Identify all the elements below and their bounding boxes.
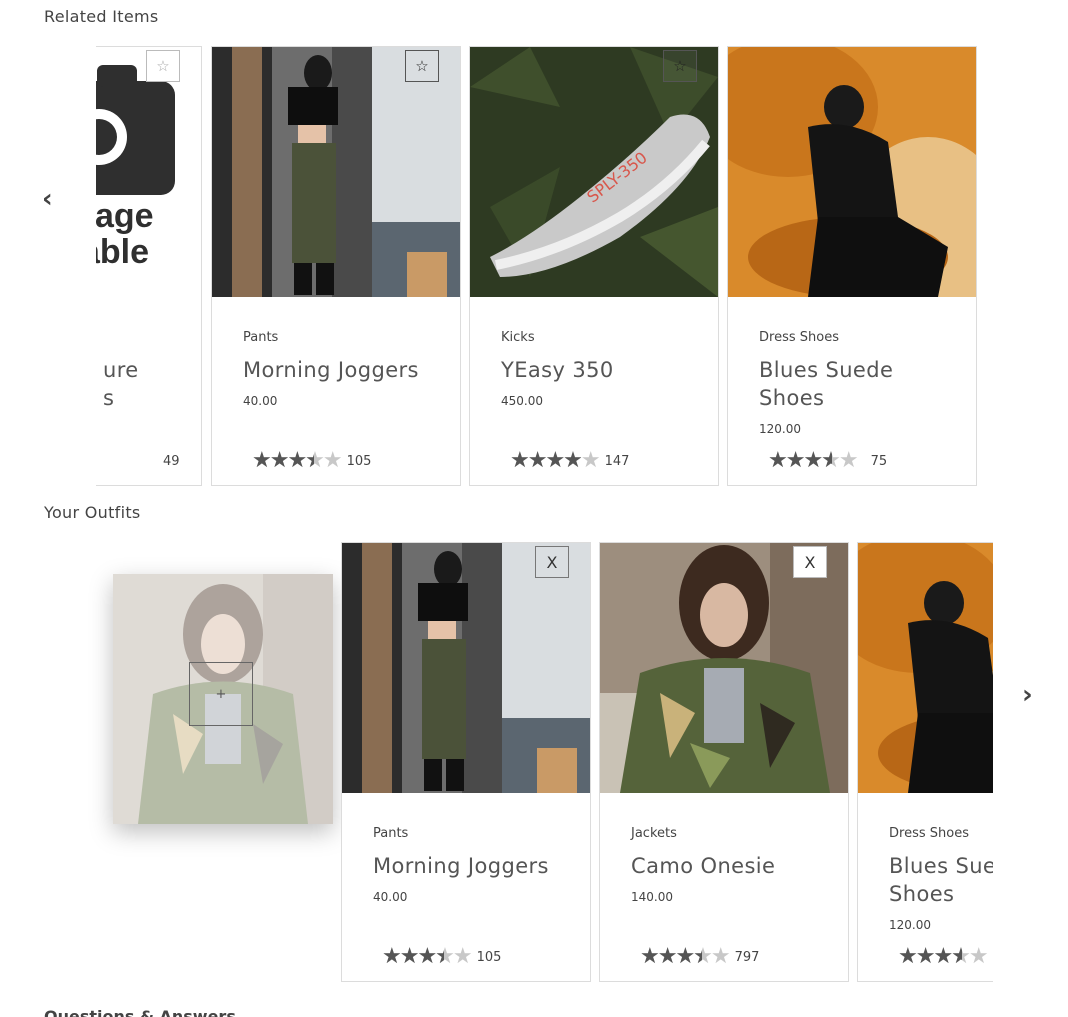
product-price: 450.00 bbox=[501, 394, 543, 408]
product-image-placeholder: age able bbox=[96, 47, 201, 297]
remove-outfit-button[interactable]: X bbox=[535, 546, 569, 578]
product-name: Morning Joggers bbox=[373, 854, 549, 878]
add-outfit-plus-button[interactable]: + bbox=[189, 662, 253, 726]
product-price: 120.00 bbox=[759, 422, 801, 436]
rating-stars: ★★★★★★★★★★ bbox=[510, 448, 601, 473]
product-name: Morning Joggers bbox=[243, 358, 419, 382]
related-card[interactable]: ☆ Pants Morning Joggers 40.00 ★★★★★★★★★★… bbox=[211, 46, 461, 486]
rating-stars: ★★★★★★★★★★ bbox=[252, 448, 343, 473]
product-name: YEasy 350 bbox=[501, 358, 614, 382]
product-category: Kicks bbox=[501, 330, 535, 345]
product-image bbox=[728, 47, 976, 297]
product-image bbox=[212, 47, 460, 297]
related-card[interactable]: SPLY-350 ☆ Kicks YEasy 350 450.00 ★★★★★ ★… bbox=[469, 46, 719, 486]
review-count: 105 bbox=[476, 949, 502, 965]
review-count: 797 bbox=[734, 949, 760, 965]
related-prev-arrow[interactable]: ‹ bbox=[42, 184, 53, 214]
star-rating: ★★★★★★★★★★ 75 bbox=[768, 449, 887, 473]
outfit-card[interactable]: Dress Shoes Blues Suede Shoes 120.00 ★★★… bbox=[857, 542, 993, 982]
suede-photo bbox=[858, 543, 993, 793]
product-name: Camo Onesie bbox=[631, 854, 776, 878]
product-price: 140.00 bbox=[631, 890, 673, 904]
star-button[interactable]: ☆ bbox=[405, 50, 439, 82]
product-category: Pants bbox=[373, 826, 409, 841]
rating-stars: ★★★★★★★★★★ bbox=[898, 944, 989, 969]
camera-placeholder-icon: age able bbox=[96, 47, 201, 297]
rating-stars: ★★★★★★★★★★ bbox=[640, 944, 731, 969]
star-rating: ★★★★★★★★★★ 797 bbox=[640, 945, 759, 969]
product-category: Dress Shoes bbox=[759, 330, 839, 345]
product-image bbox=[858, 543, 993, 793]
product-name: ure s bbox=[103, 358, 139, 410]
product-category: Dress Shoes bbox=[889, 826, 969, 841]
related-card[interactable]: Dress Shoes Blues Suede Shoes 120.00 ★★★… bbox=[727, 46, 977, 486]
rating-stars: ★★★★★★★★★★ bbox=[382, 944, 473, 969]
product-name: Blues Suede Shoes bbox=[889, 854, 993, 906]
related-carousel: age able ☆ ure s 49 bbox=[96, 46, 996, 488]
rating-stars: ★★★★★★★★★★ bbox=[768, 448, 859, 473]
star-button[interactable]: ☆ bbox=[663, 50, 697, 82]
product-image: SPLY-350 bbox=[470, 47, 718, 297]
placeholder-text-line2: able bbox=[96, 233, 149, 271]
product-price: 120.00 bbox=[889, 918, 931, 932]
product-category: Jackets bbox=[631, 826, 677, 841]
product-price: 40.00 bbox=[243, 394, 278, 408]
remove-outfit-button[interactable]: X bbox=[793, 546, 827, 578]
your-outfits-title: Your Outfits bbox=[44, 503, 141, 522]
star-rating: ★★★★★★★★★★ 147 bbox=[510, 449, 629, 473]
suede-photo bbox=[728, 47, 976, 297]
review-count: 49 bbox=[163, 453, 180, 469]
add-outfit-card[interactable]: + bbox=[113, 574, 333, 824]
product-price: 40.00 bbox=[373, 890, 408, 904]
joggers-photo bbox=[342, 543, 590, 793]
placeholder-text-line1: age bbox=[96, 197, 154, 235]
product-category: Pants bbox=[243, 330, 279, 345]
star-button[interactable]: ☆ bbox=[146, 50, 180, 82]
review-count: 147 bbox=[604, 453, 630, 469]
product-name: Blues Suede Shoes bbox=[759, 358, 894, 410]
related-card[interactable]: age able ☆ ure s 49 bbox=[96, 46, 202, 486]
outfits-carousel: X Pants Morning Joggers 40.00 ★★★★★★★★★★… bbox=[341, 542, 993, 984]
camo-photo bbox=[600, 543, 848, 793]
review-count: 75 bbox=[870, 453, 888, 469]
star-rating: ★★★★★★★★★★ 105 bbox=[252, 449, 371, 473]
joggers-photo bbox=[212, 47, 460, 297]
related-items-title: Related Items bbox=[44, 7, 159, 26]
outfit-card[interactable]: X Pants Morning Joggers 40.00 ★★★★★★★★★★… bbox=[341, 542, 591, 982]
outfit-card[interactable]: X Jackets Camo Onesie 140.00 ★★★★★★★★★★ … bbox=[599, 542, 849, 982]
star-rating: ★★★★★★★★★★ 105 bbox=[382, 945, 501, 969]
outfits-next-arrow[interactable]: › bbox=[1022, 680, 1033, 710]
sneaker-photo: SPLY-350 bbox=[470, 47, 718, 297]
star-rating: ★★★★★★★★★★ bbox=[898, 944, 989, 969]
product-image bbox=[600, 543, 848, 793]
product-image bbox=[342, 543, 590, 793]
questions-answers-title: Questions & Answers bbox=[44, 1007, 236, 1017]
review-count: 105 bbox=[346, 453, 372, 469]
